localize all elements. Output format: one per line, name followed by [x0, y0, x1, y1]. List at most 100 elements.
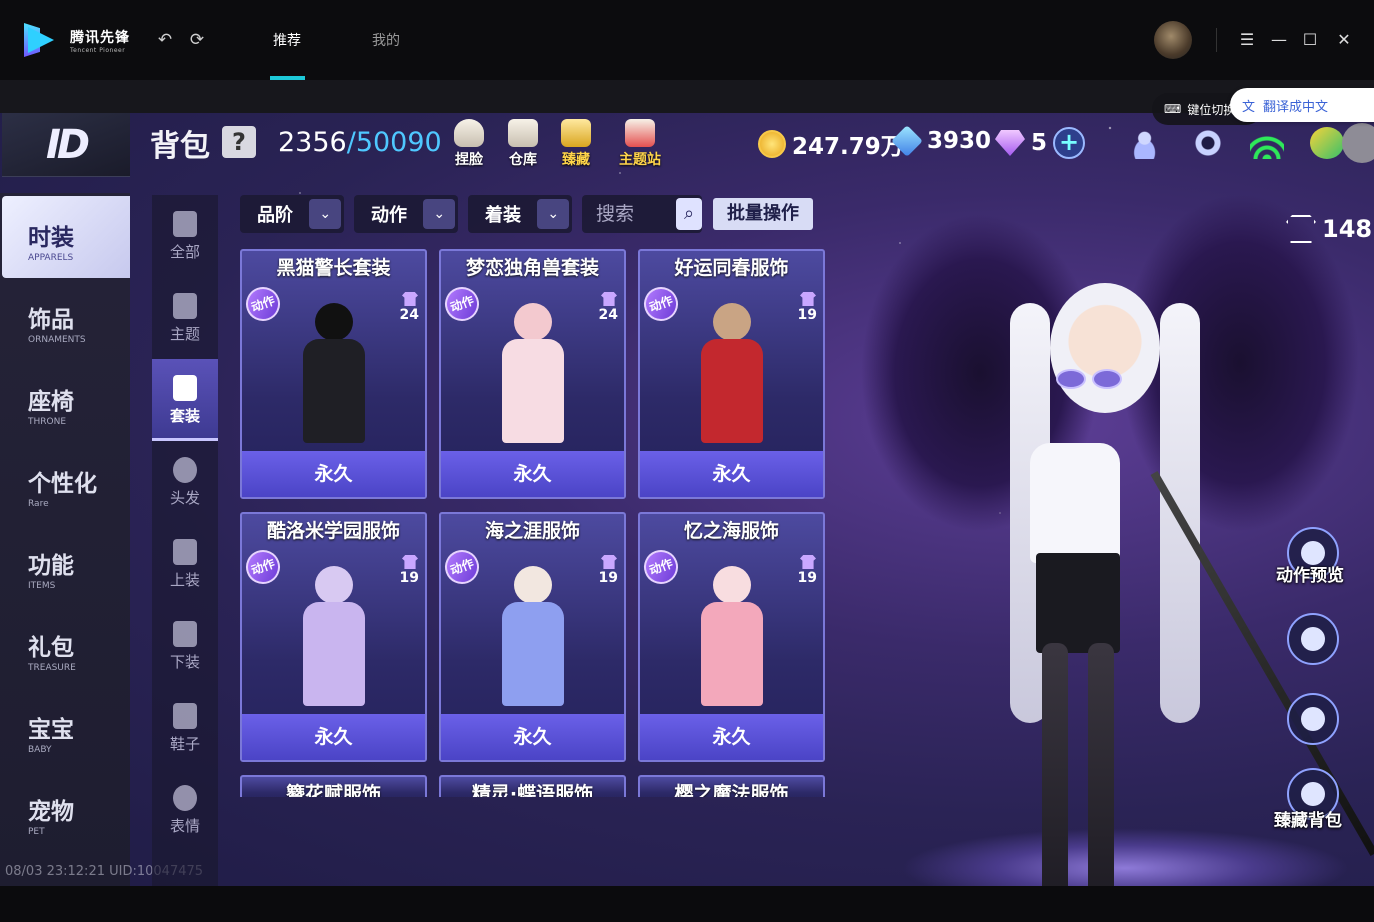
search-input[interactable]: [596, 203, 676, 225]
item-status: 永久: [441, 451, 624, 497]
item-name: 黑猫警长套装: [276, 257, 391, 279]
category-apparels[interactable]: 时装 APPARELS: [2, 196, 130, 278]
tab-mine[interactable]: 我的: [372, 30, 400, 50]
subcategory-outfit[interactable]: 套装: [152, 359, 218, 441]
filter-action-dropdown[interactable]: 动作 ⌄: [354, 195, 458, 233]
item-card[interactable]: 黑猫警长套装 动作 24 永久: [240, 249, 427, 499]
recharge-button[interactable]: +: [1053, 127, 1086, 159]
item-preview-head: [513, 566, 552, 604]
launcher-logo[interactable]: 腾讯先锋 Tencent Pioneer: [24, 22, 134, 58]
item-card[interactable]: 梦恋独角兽套装 动作 24 永久: [439, 249, 626, 499]
friends-icon[interactable]: [1131, 127, 1165, 159]
gender-switch-button[interactable]: [1287, 613, 1339, 665]
translate-button[interactable]: 文 翻译成中文: [1230, 88, 1374, 122]
item-card[interactable]: 精灵·蝶语服饰: [439, 775, 626, 797]
chevron-down-icon: ⌄: [423, 199, 455, 229]
item-preview-head: [712, 303, 751, 341]
minimize-icon[interactable]: —: [1267, 28, 1291, 52]
category-baby[interactable]: 宝宝 BABY: [2, 688, 130, 770]
page-title: 背包: [150, 129, 210, 164]
outfit-slot-button[interactable]: [1287, 693, 1339, 745]
treasure-button[interactable]: 臻藏: [550, 119, 602, 169]
item-status: 永久: [242, 714, 425, 760]
warehouse-icon: [508, 119, 538, 147]
item-count: 24: [582, 291, 618, 323]
capacity-max: /50090: [346, 127, 442, 158]
theme-station-button[interactable]: 主题站: [614, 119, 666, 169]
item-card[interactable]: 海之涯服饰 动作 19 永久: [439, 512, 626, 762]
action-badge: 动作: [440, 545, 484, 589]
category-throne[interactable]: 座椅 THRONE: [2, 360, 130, 442]
subcategory-top[interactable]: 上装: [152, 523, 218, 605]
subcategory-bottom[interactable]: 下装: [152, 605, 218, 687]
character-model[interactable]: [860, 173, 1374, 886]
category-treasure[interactable]: 礼包 TREASURE: [2, 606, 130, 688]
subcategory-shoes[interactable]: 鞋子: [152, 687, 218, 769]
subcategory-theme[interactable]: 主题: [152, 277, 218, 359]
action-badge: 动作: [241, 282, 285, 326]
character-skirt: [1036, 553, 1120, 653]
item-preview: [289, 558, 379, 706]
item-status: 永久: [242, 451, 425, 497]
item-card[interactable]: 酷洛米学园服饰 动作 19 永久: [240, 512, 427, 762]
filter-rank-dropdown[interactable]: 品阶 ⌄: [240, 195, 344, 233]
menu-icon[interactable]: ☰: [1235, 28, 1259, 52]
subcategory-expression[interactable]: 表情: [152, 769, 218, 851]
subcategory-all[interactable]: 全部: [152, 195, 218, 277]
gold-amount: 247.79万: [792, 134, 904, 160]
action-badge: 动作: [241, 545, 285, 589]
item-card[interactable]: 簪花赋服饰: [240, 775, 427, 797]
item-card[interactable]: 好运同春服饰 动作 19 永久: [638, 249, 825, 499]
maximize-icon[interactable]: ☐: [1298, 28, 1322, 52]
chat-icon[interactable]: [1310, 127, 1344, 159]
item-preview-head: [314, 303, 353, 341]
close-icon[interactable]: ✕: [1332, 28, 1356, 52]
treasure-bag-label: 臻藏背包: [1274, 811, 1342, 831]
item-card[interactable]: 樱之魔法服饰: [638, 775, 825, 797]
app-root: 腾讯先锋 Tencent Pioneer ↶ ⟳ 推荐 我的 ☰ — ☐ ✕ I…: [0, 0, 1374, 922]
item-card[interactable]: 忆之海服饰 动作 19 永久: [638, 512, 825, 762]
warehouse-button[interactable]: 仓库: [497, 119, 549, 169]
category-ornaments[interactable]: 饰品 ORNAMENTS: [2, 278, 130, 360]
character-glasses: [1056, 369, 1136, 393]
category-items[interactable]: 功能 ITEMS: [2, 524, 130, 606]
category-pet[interactable]: 宠物 PET: [2, 770, 130, 852]
item-grid: 黑猫警长套装 动作 24 永久 梦恋独角兽套装 动作 24 永久 好运同春服饰 …: [240, 249, 826, 797]
outfit-slot-icon: [1301, 707, 1325, 731]
search-icon[interactable]: ⌕: [676, 198, 702, 230]
theme-station-icon: [625, 119, 655, 147]
settings-gear-icon[interactable]: [1191, 127, 1225, 159]
refresh-icon[interactable]: ⟳: [187, 30, 207, 50]
user-avatar[interactable]: [1154, 21, 1192, 59]
face-edit-button[interactable]: 捏脸: [443, 119, 495, 169]
face-icon: [173, 785, 197, 811]
item-name: 海之涯服饰: [484, 520, 580, 542]
bulb-icon: [454, 119, 484, 147]
diamond-currency: 5 +: [995, 127, 1086, 159]
translate-icon: 文: [1242, 99, 1256, 115]
category-personalize[interactable]: 个性化 Rare: [2, 442, 130, 524]
item-preview-body: [501, 339, 564, 443]
tab-recommend[interactable]: 推荐: [273, 30, 301, 50]
item-preview: [687, 558, 777, 706]
back-icon[interactable]: ↶: [155, 30, 175, 50]
batch-operation-button[interactable]: 批量操作: [713, 198, 813, 230]
side-collapse-button[interactable]: [1342, 123, 1374, 163]
search-box: ⌕: [582, 195, 702, 233]
wand-icon: [173, 293, 197, 319]
shirt-icon: [402, 292, 418, 306]
blue-gem-amount: 3930: [927, 128, 992, 154]
game-scene: ID 背包 ? 2356/50090 捏脸 仓库 臻藏 主题站 247.79万 …: [0, 113, 1374, 886]
item-preview-head: [513, 303, 552, 341]
item-status: 永久: [441, 714, 624, 760]
gold-currency: 247.79万: [758, 127, 904, 161]
item-count: 24: [383, 291, 419, 323]
item-preview-body: [302, 602, 365, 706]
diamond-icon: [995, 130, 1025, 156]
help-button[interactable]: ?: [222, 126, 256, 158]
character-head: [1050, 283, 1160, 413]
subcategory-hair[interactable]: 头发: [152, 441, 218, 523]
logo-subtitle: Tencent Pioneer: [70, 46, 126, 54]
chevron-down-icon: ⌄: [309, 199, 341, 229]
filter-wear-dropdown[interactable]: 着装 ⌄: [468, 195, 572, 233]
